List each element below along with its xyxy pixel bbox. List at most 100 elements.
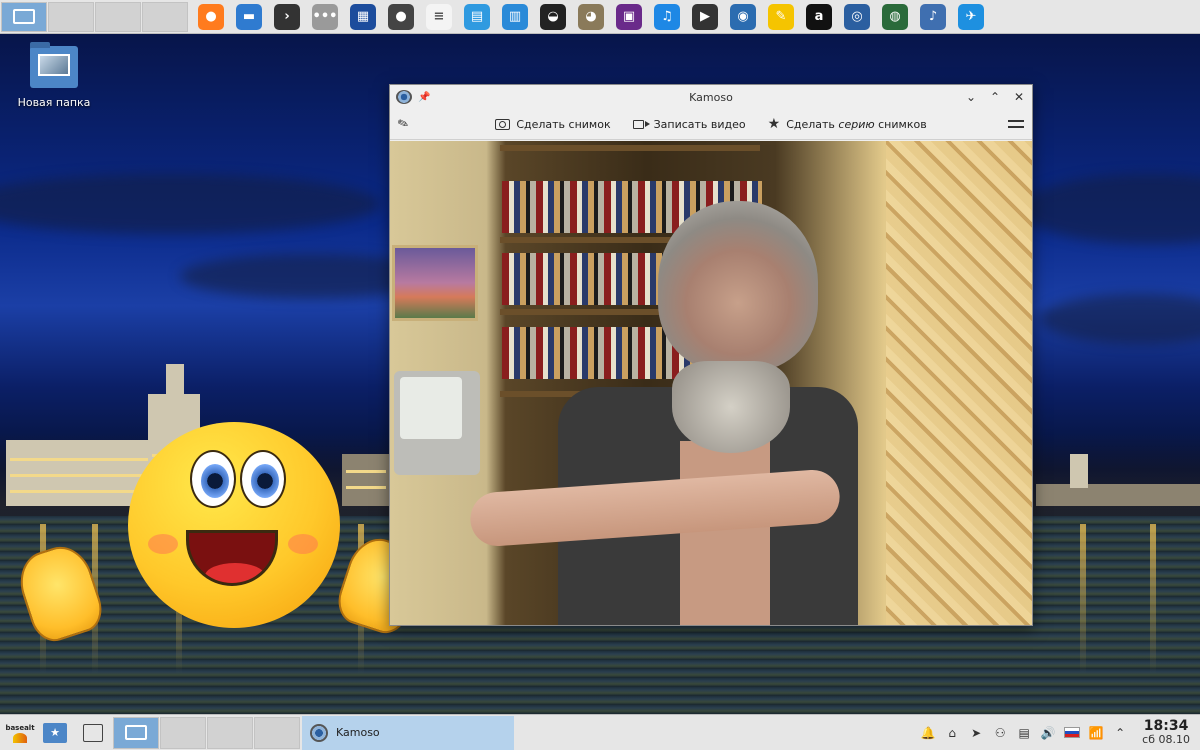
clock[interactable]: 18:34 сб 08.10: [1142, 719, 1190, 747]
wallpaper-tower-top: [166, 364, 184, 396]
clipboard-icon[interactable]: ▤: [1016, 726, 1032, 740]
smiley-cheek: [148, 534, 178, 554]
audio-player-icon[interactable]: ♫: [654, 3, 680, 30]
firefox-icon[interactable]: ●: [198, 3, 224, 30]
wifi-icon[interactable]: 📶: [1088, 726, 1104, 740]
a-app-icon[interactable]: a: [806, 3, 832, 30]
folder-icon: [30, 42, 78, 88]
burst-star-icon: ★: [767, 116, 781, 132]
virtual-desktop-1[interactable]: [1, 1, 47, 32]
top-panel: ● ▬ › ••• ▦ ● ≡ ▤ ▥ ◒ ◕ ▣ ♫ ▶ ◉ ✎ a ◎ ◍ ♪ ✈: [0, 0, 1200, 34]
tray-expand-icon[interactable]: ⌃: [1112, 726, 1128, 740]
bottom-panel: basealt ★ Kamoso 🔔 ⌂ ➤ ⚇ ▤ 🔊 📶 ⌃ 18:34 с…: [0, 714, 1200, 750]
bottom-file-manager-button[interactable]: ★: [41, 719, 69, 747]
updates-icon[interactable]: ⌂: [944, 726, 960, 740]
smiley-sticker: [128, 422, 340, 628]
river-reflection: [1080, 524, 1086, 674]
globe-icon[interactable]: ◍: [882, 3, 908, 30]
virtual-desktop-4[interactable]: [142, 1, 188, 32]
smiley-right-eye: [240, 450, 286, 508]
volume-icon[interactable]: 🔊: [1040, 726, 1056, 740]
camera-preview: [390, 141, 1032, 625]
folder-star-icon: ★: [43, 722, 67, 743]
screenshot-icon[interactable]: ◉: [730, 3, 756, 30]
burst-photo-button[interactable]: ★ Сделать серию снимков: [768, 116, 927, 132]
record-video-button[interactable]: Записать видео: [632, 116, 746, 132]
users-icon[interactable]: ⚇: [992, 726, 1008, 740]
taskbar-kamoso-label: Kamoso: [336, 726, 380, 739]
pager-desktop-2[interactable]: [160, 716, 206, 749]
player-app-icon[interactable]: ♪: [920, 3, 946, 30]
wallpaper-cloud: [0, 174, 380, 234]
writer-icon[interactable]: ▥: [502, 3, 528, 30]
smiley-left-eye: [190, 450, 236, 508]
wallpaper-cloud: [1040, 294, 1200, 344]
wall-painting: [392, 245, 478, 321]
effects-wand-icon[interactable]: ✎: [396, 115, 411, 133]
window-toolbar: ✎ Сделать снимок Записать видео ★ Сделат…: [390, 109, 1032, 140]
window-titlebar[interactable]: 📌 Kamoso ⌄ ⌃ ✕: [390, 85, 1032, 109]
virtual-desktop-2[interactable]: [48, 1, 94, 32]
keyboard-layout-flag-icon[interactable]: [1064, 727, 1081, 738]
desktop-folder-label: Новая папка: [17, 96, 91, 109]
show-desktop-button[interactable]: [79, 719, 107, 747]
pager-desktop-3[interactable]: [207, 716, 253, 749]
take-photo-button[interactable]: Сделать снимок: [495, 116, 611, 132]
pin-icon[interactable]: 📌: [418, 92, 430, 103]
taskbar-kamoso[interactable]: Kamoso: [302, 715, 514, 750]
person-head: [658, 201, 818, 371]
smiley-mouth: [186, 530, 278, 586]
launcher-bar: ● ▬ › ••• ▦ ● ≡ ▤ ▥ ◒ ◕ ▣ ♫ ▶ ◉ ✎ a ◎ ◍ ♪ ✈: [192, 3, 990, 30]
alt-logo-icon: [13, 732, 27, 743]
terminal-icon[interactable]: ›: [274, 3, 300, 30]
calculator-icon[interactable]: ▦: [350, 3, 376, 30]
curtain: [886, 141, 1032, 625]
document-viewer-icon[interactable]: ▤: [464, 3, 490, 30]
soccer-icon[interactable]: ◒: [540, 3, 566, 30]
more-apps-icon[interactable]: •••: [312, 3, 338, 30]
virtual-desktop-3[interactable]: [95, 1, 141, 32]
pager-desktop-1[interactable]: [113, 716, 159, 749]
notifications-icon[interactable]: 🔔: [920, 726, 936, 740]
person-beard: [672, 361, 790, 453]
circle-app-icon[interactable]: ●: [388, 3, 414, 30]
river-reflection: [1150, 524, 1156, 674]
take-photo-label: Сделать снимок: [516, 117, 611, 131]
settings-sliders-icon: [1008, 118, 1024, 130]
maximize-button[interactable]: ⌃: [988, 90, 1002, 104]
wallpaper-bridge: [1036, 484, 1200, 506]
video-editor-icon[interactable]: ▶: [692, 3, 718, 30]
desktop-folder[interactable]: Новая папка: [14, 42, 94, 109]
telegram-icon[interactable]: ➤: [968, 726, 984, 740]
close-button[interactable]: ✕: [1012, 90, 1026, 104]
wallpaper-bridge-tower: [1070, 454, 1088, 488]
video-camera-icon: [632, 119, 650, 129]
person-chest: [680, 441, 770, 625]
webcam-icon[interactable]: ◎: [844, 3, 870, 30]
wallpaper-cloud: [1020, 174, 1200, 244]
file-manager-icon[interactable]: ▬: [236, 3, 262, 30]
webcam-icon[interactable]: [396, 90, 412, 104]
burst-photo-label: Сделать серию снимков: [786, 117, 927, 131]
smiley-cheek: [288, 534, 318, 554]
app-menu-logo-text: basealt: [5, 723, 35, 732]
camera-icon: [495, 118, 511, 130]
app-menu-button[interactable]: basealt: [4, 718, 36, 748]
pager-desktop-4[interactable]: [254, 716, 300, 749]
settings-button[interactable]: [1008, 118, 1024, 130]
desktop-icon: [83, 723, 103, 742]
kamoso-window: 📌 Kamoso ⌄ ⌃ ✕ ✎ Сделать снимок Записать…: [389, 84, 1033, 626]
media-app-icon[interactable]: ▣: [616, 3, 642, 30]
notes-icon[interactable]: ✎: [768, 3, 794, 30]
clock-date: сб 08.10: [1142, 732, 1190, 746]
record-video-label: Записать видео: [653, 117, 746, 131]
window-title: Kamoso: [689, 90, 733, 104]
webcam-icon: [310, 723, 328, 742]
clock-time: 18:34: [1143, 717, 1189, 734]
minimize-button[interactable]: ⌄: [964, 90, 978, 104]
text-editor-icon[interactable]: ≡: [426, 3, 452, 30]
gimp-icon[interactable]: ◕: [578, 3, 604, 30]
system-tray: 🔔 ⌂ ➤ ⚇ ▤ 🔊 📶 ⌃ 18:34 сб 08.10: [920, 719, 1200, 747]
browser-icon[interactable]: ✈: [958, 3, 984, 30]
old-tv: [394, 371, 480, 475]
